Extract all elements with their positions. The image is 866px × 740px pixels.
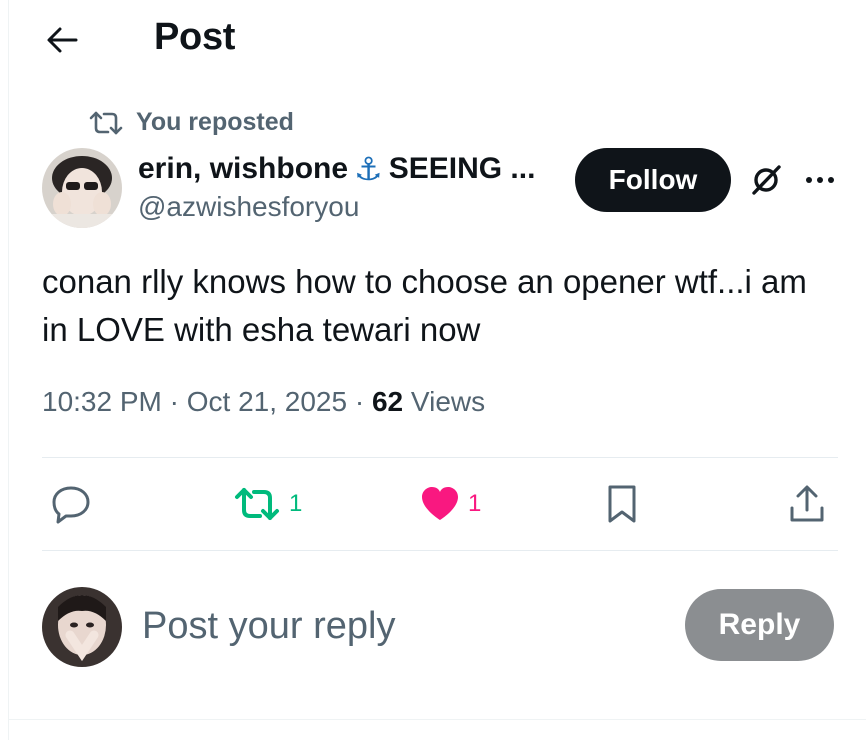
more-options-button[interactable]: [800, 160, 840, 200]
reply-input[interactable]: [142, 598, 662, 654]
share-action-button[interactable]: [788, 482, 826, 526]
avatar-photo: [42, 587, 122, 667]
bookmark-icon: [608, 485, 636, 523]
divider: [8, 719, 866, 720]
repost-context[interactable]: You reposted: [88, 108, 294, 137]
grok-button[interactable]: [746, 160, 786, 200]
like-count: 1: [468, 490, 482, 517]
avatar-photo: [42, 148, 122, 228]
share-icon: [790, 485, 824, 522]
reply-action-button[interactable]: [50, 482, 92, 526]
arrow-left-icon: [47, 27, 78, 53]
meta-separator-2: ·: [354, 386, 365, 417]
author-name[interactable]: erin, wishbone ⚓ SEEING ...: [138, 150, 535, 188]
grok-icon: [752, 165, 781, 195]
views-count: 62: [371, 386, 404, 417]
post-date[interactable]: Oct 21, 2025: [187, 386, 347, 417]
column-border-left: [8, 0, 9, 740]
bookmark-action-button[interactable]: [604, 482, 640, 526]
repost-icon: [89, 111, 123, 134]
repost-count: 1: [289, 490, 303, 517]
repost-icon: [235, 488, 279, 520]
post-text: conan rlly knows how to choose an opener…: [42, 263, 807, 348]
heart-icon: [422, 487, 458, 520]
follow-button[interactable]: Follow: [575, 148, 731, 212]
divider: [42, 550, 838, 551]
author-name-suffix: SEEING ...: [388, 152, 536, 185]
repost-label: You reposted: [136, 108, 294, 136]
post-meta: 10:32 PM · Oct 21, 2025 · 62 Views: [42, 386, 485, 418]
current-user-avatar: [42, 587, 122, 667]
more-dots-icon: [806, 177, 834, 183]
page-title: Post: [154, 16, 236, 58]
author-handle[interactable]: @azwishesforyou: [138, 191, 359, 223]
anchor-icon: ⚓: [354, 151, 383, 187]
repost-action-button[interactable]: 1: [233, 482, 302, 526]
like-action-button[interactable]: 1: [420, 482, 481, 526]
author-display-name: erin, wishbone: [138, 152, 349, 185]
reply-submit-button[interactable]: Reply: [685, 589, 834, 661]
avatar[interactable]: [42, 148, 122, 228]
comment-icon: [52, 486, 90, 524]
back-button[interactable]: [40, 20, 84, 60]
meta-separator: ·: [169, 386, 179, 417]
post-time[interactable]: 10:32 PM: [42, 386, 162, 417]
divider: [42, 457, 838, 458]
views-label: Views: [410, 386, 486, 417]
